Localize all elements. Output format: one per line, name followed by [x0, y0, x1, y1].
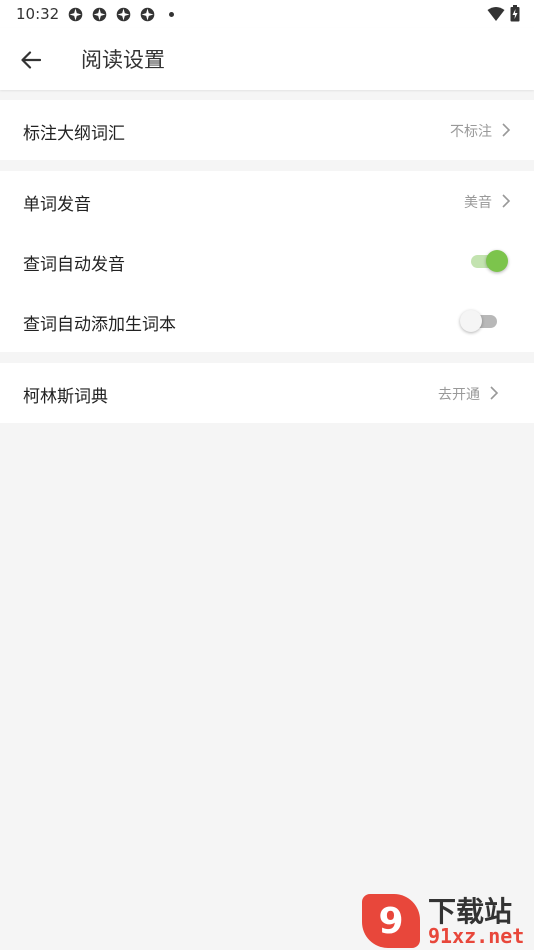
page-title: 阅读设置 — [81, 48, 165, 72]
chevron-right-icon — [502, 194, 511, 208]
auto-add-vocab-toggle[interactable] — [460, 310, 500, 332]
setting-label: 查词自动发音 — [23, 255, 125, 275]
notification-icons — [67, 6, 174, 23]
setting-row-collins-dictionary[interactable]: 柯林斯词典 去开通 — [0, 363, 534, 423]
watermark-badge: 9 — [362, 894, 420, 948]
more-notifications-dot — [169, 12, 174, 17]
chevron-right-icon — [490, 386, 499, 400]
system-icons — [487, 5, 520, 22]
setting-label: 单词发音 — [23, 195, 91, 215]
setting-value: 不标注 — [450, 124, 492, 140]
toggle-thumb — [486, 250, 508, 272]
wifi-icon — [487, 6, 505, 21]
arrow-left-icon — [21, 51, 41, 69]
notification-icon — [116, 7, 131, 22]
setting-row-auto-pronounce: 查词自动发音 — [0, 231, 534, 291]
app-bar: 阅读设置 — [0, 28, 534, 90]
status-bar: 10:32 — [0, 0, 534, 28]
watermark-logo: 9 下载站 91xz.net — [362, 886, 534, 950]
settings-group-pronunciation: 单词发音 美音 查词自动发音 查词自动添加生词本 — [0, 171, 534, 352]
back-button[interactable] — [14, 43, 48, 77]
chevron-right-icon — [502, 123, 511, 137]
notification-icon — [140, 7, 155, 22]
setting-value: 美音 — [464, 195, 492, 211]
setting-label: 柯林斯词典 — [23, 387, 108, 407]
setting-value: 去开通 — [438, 387, 480, 403]
toggle-thumb — [460, 310, 482, 332]
setting-row-auto-add-vocab: 查词自动添加生词本 — [0, 291, 534, 351]
settings-group-outline: 标注大纲词汇 不标注 — [0, 100, 534, 160]
notification-icon — [92, 7, 107, 22]
watermark-domain: 91xz.net — [428, 924, 525, 948]
setting-label: 查词自动添加生词本 — [23, 315, 176, 335]
auto-pronounce-toggle[interactable] — [468, 250, 508, 272]
notification-icon — [68, 7, 83, 22]
battery-icon — [510, 5, 520, 22]
setting-row-outline-words[interactable]: 标注大纲词汇 不标注 — [0, 100, 534, 160]
setting-label: 标注大纲词汇 — [23, 124, 125, 144]
setting-row-pronunciation[interactable]: 单词发音 美音 — [0, 171, 534, 231]
settings-group-dictionary: 柯林斯词典 去开通 — [0, 363, 534, 423]
status-time: 10:32 — [16, 5, 60, 23]
